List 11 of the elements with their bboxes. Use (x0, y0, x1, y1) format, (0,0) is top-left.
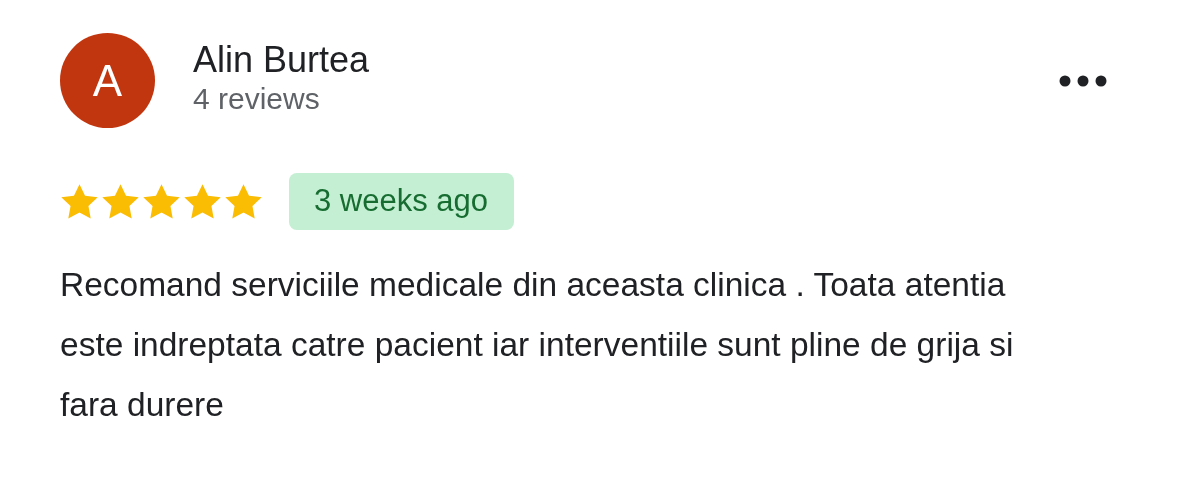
star-icon (142, 182, 181, 221)
review-count: 4 reviews (193, 81, 321, 117)
star-icon (101, 182, 140, 221)
star-icon (60, 182, 99, 221)
review-text: Recomand serviciile medicale din aceasta clinica . Toata atentia este indreptata catre pacient iar interventiile sunt pline de grija si fara durere (60, 265, 1015, 425)
author-name: Alin Burtea (193, 39, 370, 81)
avatar: A (60, 33, 155, 128)
more-options-icon[interactable] (1059, 75, 1107, 87)
star-icon (183, 182, 222, 221)
review-date: 3 weeks ago (289, 173, 515, 230)
star-icon (224, 182, 263, 221)
